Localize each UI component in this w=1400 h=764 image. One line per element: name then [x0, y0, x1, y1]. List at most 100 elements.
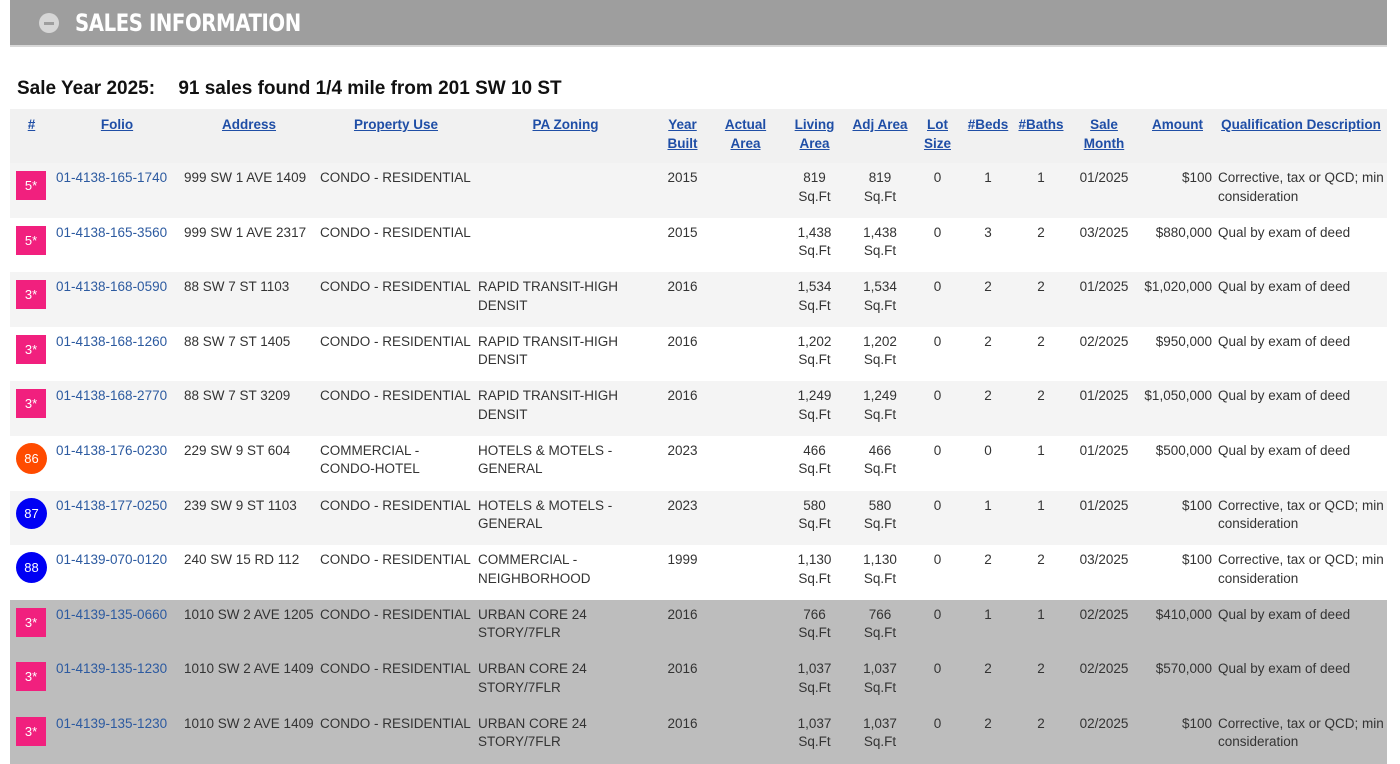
- sort-link[interactable]: Amount: [1152, 117, 1203, 132]
- sale-marker-badge[interactable]: 3*: [16, 389, 46, 419]
- sale-marker-badge[interactable]: 3*: [16, 662, 46, 692]
- amount-cell: $100: [1140, 490, 1215, 546]
- folio-link[interactable]: 01-4138-165-1740: [56, 170, 167, 185]
- sale-marker-badge[interactable]: 5*: [16, 171, 46, 200]
- living-area-value: 466: [803, 442, 826, 458]
- sort-link[interactable]: Actual Area: [725, 117, 766, 151]
- folio-cell: 01-4139-135-0660: [53, 599, 181, 655]
- adj-area-value: 819: [868, 170, 892, 185]
- lot-size-cell: 0: [913, 708, 962, 764]
- amount-cell: $410,000: [1140, 599, 1215, 655]
- table-row[interactable]: 3* 01-4138-168-1260 88 SW 7 ST 1405 CONDO -…: [10, 326, 1387, 382]
- folio-link[interactable]: 01-4138-165-3560: [56, 225, 167, 240]
- panel-header[interactable]: SALES INFORMATION: [10, 0, 1387, 47]
- property-use-cell: CONDO - RESIDENTIAL: [317, 326, 475, 382]
- zoning-cell: HOTELS & MOTELS - GENERAL: [475, 435, 656, 491]
- adj-area-value: 766: [868, 606, 892, 622]
- zoning-cell: COMMERCIAL - NEIGHBORHOOD: [475, 545, 656, 600]
- amount-cell: $880,000: [1140, 217, 1215, 273]
- folio-link[interactable]: 01-4139-135-1230: [56, 661, 167, 676]
- folio-link[interactable]: 01-4139-070-0120: [56, 552, 167, 567]
- sort-link[interactable]: Year Built: [668, 117, 698, 151]
- living-area-value: 1,130: [797, 552, 832, 568]
- sale-marker-badge[interactable]: 3*: [16, 334, 46, 364]
- property-use-cell: CONDO - RESIDENTIAL: [317, 599, 475, 655]
- folio-link[interactable]: 01-4139-135-1230: [56, 716, 167, 731]
- folio-link[interactable]: 01-4138-168-1260: [56, 334, 167, 349]
- adj-area-unit: Sq.Ft: [863, 406, 897, 422]
- table-row[interactable]: 88 01-4139-070-0120 240 SW 15 RD 112 CONDO …: [10, 545, 1387, 600]
- sale-marker-badge[interactable]: 3*: [16, 716, 46, 746]
- zoning-cell: [475, 163, 656, 218]
- collapse-minus-icon[interactable]: [39, 12, 59, 33]
- sale-marker-badge[interactable]: 3*: [16, 607, 46, 637]
- address-cell: 88 SW 7 ST 1405: [181, 326, 317, 382]
- table-row[interactable]: 3* 01-4139-135-0660 1010 SW 2 AVE 1205 COND…: [10, 599, 1387, 655]
- sort-link[interactable]: Qualification Description: [1221, 117, 1381, 132]
- qualification-cell: Qual by exam of deed: [1215, 599, 1387, 655]
- sale-month-cell: 02/2025: [1068, 654, 1140, 709]
- beds-cell: 2: [962, 545, 1014, 600]
- year-built-cell: 2015: [656, 163, 709, 218]
- folio-link[interactable]: 01-4138-177-0250: [56, 498, 167, 513]
- amount-cell: $100: [1140, 545, 1215, 600]
- living-area-unit: Sq.Ft: [798, 625, 831, 641]
- table-row[interactable]: 87 01-4138-177-0250 239 SW 9 ST 1103 CONDO …: [10, 490, 1387, 546]
- sort-link[interactable]: Address: [222, 117, 276, 132]
- baths-cell: 2: [1014, 272, 1068, 327]
- sort-link[interactable]: #: [28, 117, 36, 132]
- lot-size-cell: 0: [913, 599, 962, 655]
- folio-link[interactable]: 01-4139-135-0660: [56, 607, 167, 622]
- adj-area-unit: Sq.Ft: [863, 734, 897, 750]
- table-row[interactable]: 3* 01-4138-168-2770 88 SW 7 ST 3209 CONDO -…: [10, 381, 1387, 436]
- living-area-cell: 1,037 Sq.Ft: [782, 654, 847, 709]
- sort-link[interactable]: Sale Month: [1084, 117, 1124, 151]
- sale-marker-badge[interactable]: 88: [16, 552, 47, 584]
- lot-size-cell: 0: [913, 272, 962, 327]
- actual-area-cell: [709, 272, 782, 327]
- table-row[interactable]: 5* 01-4138-165-3560 999 SW 1 AVE 2317 CONDO…: [10, 217, 1387, 273]
- table-row[interactable]: 5* 01-4138-165-1740 999 SW 1 AVE 1409 CONDO…: [10, 163, 1387, 218]
- sort-link[interactable]: #Baths: [1018, 117, 1063, 132]
- sale-marker-badge[interactable]: 5*: [16, 225, 46, 255]
- property-use-cell: CONDO - RESIDENTIAL: [317, 381, 475, 436]
- sale-marker-badge[interactable]: 87: [16, 497, 47, 529]
- folio-link[interactable]: 01-4138-168-0590: [56, 279, 167, 294]
- sale-marker-badge[interactable]: 86: [16, 442, 47, 474]
- sale-marker-badge[interactable]: 3*: [16, 280, 46, 310]
- sort-link[interactable]: PA Zoning: [533, 117, 599, 132]
- adj-area-cell: 1,130 Sq.Ft: [847, 545, 913, 600]
- qualification-cell: Corrective, tax or QCD; min consideratio…: [1215, 545, 1387, 600]
- folio-cell: 01-4139-135-1230: [53, 708, 181, 764]
- beds-cell: 2: [962, 326, 1014, 382]
- sales-information-panel: SALES INFORMATION Sale Year 2025: 91 sal…: [10, 0, 1387, 764]
- address-cell: 88 SW 7 ST 3209: [181, 381, 317, 436]
- table-row[interactable]: 86 01-4138-176-0230 229 SW 9 ST 604 COMMERC…: [10, 435, 1387, 491]
- lot-size-cell: 0: [913, 435, 962, 491]
- sort-link[interactable]: Lot Size: [924, 117, 951, 151]
- table-row[interactable]: 3* 01-4139-135-1230 1010 SW 2 AVE 1409 COND…: [10, 654, 1387, 709]
- property-use-cell: CONDO - RESIDENTIAL: [317, 708, 475, 764]
- sale-month-cell: 03/2025: [1068, 545, 1140, 600]
- table-row[interactable]: 3* 01-4138-168-0590 88 SW 7 ST 1103 CONDO -…: [10, 272, 1387, 327]
- sort-link[interactable]: Property Use: [354, 117, 438, 132]
- marker-cell: 86: [10, 435, 53, 491]
- actual-area-cell: [709, 217, 782, 273]
- adj-area-cell: 466 Sq.Ft: [847, 435, 913, 491]
- adj-area-cell: 1,037 Sq.Ft: [847, 708, 913, 764]
- table-row[interactable]: 3* 01-4139-135-1230 1010 SW 2 AVE 1409 COND…: [10, 708, 1387, 764]
- folio-cell: 01-4139-070-0120: [53, 545, 181, 600]
- beds-cell: 2: [962, 708, 1014, 764]
- sort-link[interactable]: Adj Area: [852, 117, 907, 132]
- folio-cell: 01-4138-168-2770: [53, 381, 181, 436]
- adj-area-unit: Sq.Ft: [863, 516, 897, 532]
- folio-link[interactable]: 01-4138-176-0230: [56, 443, 167, 458]
- folio-cell: 01-4138-168-0590: [53, 272, 181, 327]
- sort-link[interactable]: #Beds: [968, 117, 1009, 132]
- living-area-cell: 819 Sq.Ft: [782, 163, 847, 218]
- folio-link[interactable]: 01-4138-168-2770: [56, 388, 167, 403]
- lot-size-cell: 0: [913, 545, 962, 600]
- sort-link[interactable]: Living Area: [795, 117, 835, 151]
- sort-link[interactable]: Folio: [101, 117, 133, 132]
- year-built-cell: 2016: [656, 381, 709, 436]
